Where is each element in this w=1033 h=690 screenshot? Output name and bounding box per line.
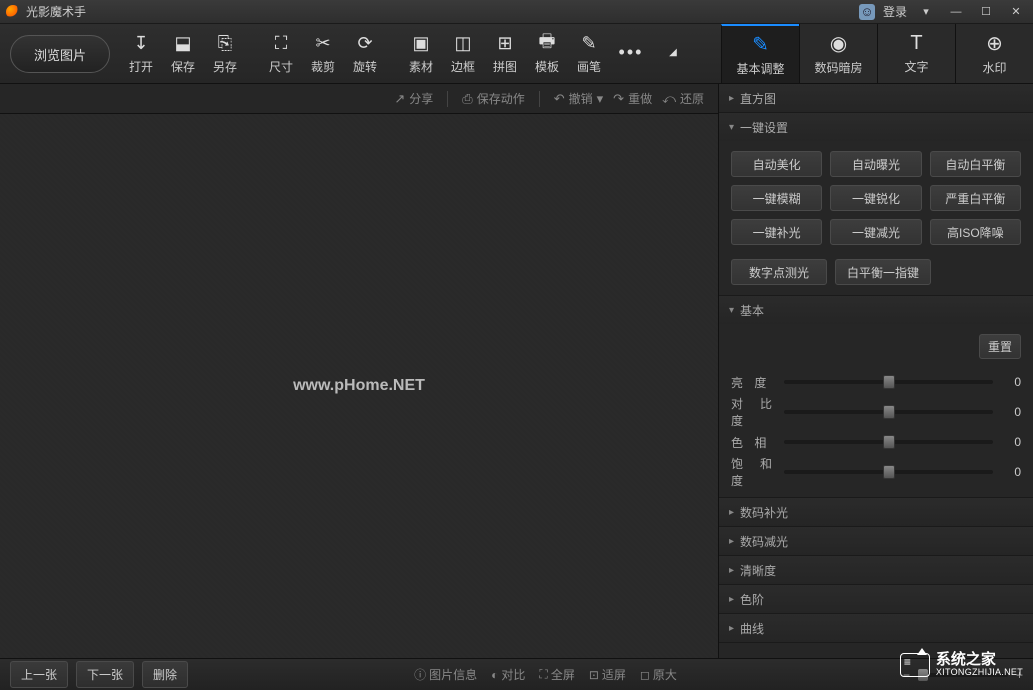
- tool-crop[interactable]: ✂裁剪: [302, 24, 344, 83]
- tool-rotate[interactable]: ⟳旋转: [344, 24, 386, 83]
- basic-adjust-icon: ✎: [752, 32, 769, 57]
- slider-value: 0: [1001, 375, 1021, 389]
- slider-label: 色 相: [731, 434, 776, 451]
- oneclick-button[interactable]: 一键减光: [830, 219, 921, 245]
- tool-save-as[interactable]: ⎘另存: [204, 24, 246, 83]
- zoom-in-icon[interactable]: +: [1016, 668, 1023, 682]
- slider-label: 对 比 度: [731, 395, 776, 429]
- panel-collapsed[interactable]: ▸数码补光: [719, 498, 1033, 526]
- border-icon: ◫: [454, 33, 471, 55]
- image-info-button[interactable]: ⓘ图片信息: [414, 666, 477, 683]
- save-icon: ⬓: [174, 33, 191, 55]
- watermark-icon: ⊕: [986, 31, 1003, 56]
- tab-darkroom[interactable]: ◉数码暗房: [799, 24, 877, 83]
- oneclick-button[interactable]: 一键锐化: [830, 185, 921, 211]
- login-icon[interactable]: [859, 4, 875, 20]
- template-icon: 🖶: [539, 33, 556, 55]
- tab-basic-adjust[interactable]: ✎基本调整: [721, 24, 799, 83]
- size-icon: ⛶: [275, 33, 288, 55]
- zoom-slider[interactable]: [918, 673, 1008, 677]
- darkroom-icon: ◉: [830, 31, 847, 56]
- undo-button[interactable]: ↶撤销 ▾: [554, 90, 603, 107]
- rotate-icon: ⟳: [357, 33, 372, 55]
- panel-collapsed[interactable]: ▸清晰度: [719, 556, 1033, 584]
- panel-collapsed[interactable]: ▸色阶: [719, 585, 1033, 613]
- app-title: 光影魔术手: [26, 3, 859, 20]
- maximize-button[interactable]: ☐: [975, 4, 997, 20]
- tool-brush[interactable]: ✎画笔: [568, 24, 610, 83]
- original-size-button[interactable]: ◻原大: [640, 666, 677, 683]
- panel-oneclick[interactable]: ▾一键设置: [719, 113, 1033, 141]
- tool-size[interactable]: ⛶尺寸: [260, 24, 302, 83]
- more-icon: •••: [619, 41, 644, 63]
- panel-collapsed[interactable]: ▸曲线: [719, 614, 1033, 642]
- tool-open[interactable]: ↧打开: [120, 24, 162, 83]
- side-panel: ▸直方图 ▾一键设置 自动美化自动曝光自动白平衡一键模糊一键锐化严重白平衡一键补…: [719, 84, 1033, 658]
- oneclick-button[interactable]: 高ISO降噪: [930, 219, 1021, 245]
- oneclick-button[interactable]: 白平衡一指键: [835, 259, 931, 285]
- panel-basic[interactable]: ▾基本: [719, 296, 1033, 324]
- oneclick-button[interactable]: 自动白平衡: [930, 151, 1021, 177]
- titlebar: 光影魔术手 登录 ▾ — ☐ ✕: [0, 0, 1033, 24]
- compare-button[interactable]: ◐对比: [491, 666, 525, 683]
- canvas[interactable]: www.pHome.NET: [0, 114, 718, 658]
- reset-button[interactable]: 重置: [979, 334, 1021, 359]
- app-logo-icon: [6, 5, 20, 19]
- fit-button[interactable]: ⊡适屏: [589, 666, 626, 683]
- tool-border[interactable]: ◫边框: [442, 24, 484, 83]
- tool-template[interactable]: 🖶模板: [526, 24, 568, 83]
- slider[interactable]: [784, 470, 993, 474]
- redo-button[interactable]: ↷重做: [613, 90, 652, 107]
- fullscreen-button[interactable]: ⛶全屏: [539, 666, 574, 683]
- panel-collapsed[interactable]: ▸数码减光: [719, 527, 1033, 555]
- oneclick-button[interactable]: 自动美化: [731, 151, 822, 177]
- tool-collage[interactable]: ⊞拼图: [484, 24, 526, 83]
- oneclick-button[interactable]: 一键模糊: [731, 185, 822, 211]
- action-bar: ↗分享 ⎙保存动作 ↶撤销 ▾ ↷重做 ⤺还原: [0, 84, 718, 114]
- minimize-button[interactable]: —: [945, 4, 967, 20]
- close-button[interactable]: ✕: [1005, 4, 1027, 20]
- save-action-button[interactable]: ⎙保存动作: [462, 90, 524, 107]
- collage-icon: ⊞: [497, 33, 512, 55]
- text-icon: T: [910, 32, 922, 55]
- slider-value: 0: [1001, 465, 1021, 479]
- slider-label: 饱 和 度: [731, 455, 776, 489]
- prev-button[interactable]: 上一张: [10, 661, 68, 688]
- crop-icon: ✂: [315, 33, 330, 55]
- share-button[interactable]: ↗分享: [394, 90, 433, 107]
- footer: 上一张 下一张 删除 ⓘ图片信息 ◐对比 ⛶全屏 ⊡适屏 ◻原大 − +: [0, 658, 1033, 690]
- canvas-watermark: www.pHome.NET: [293, 377, 425, 395]
- slider-value: 0: [1001, 405, 1021, 419]
- next-button[interactable]: 下一张: [76, 661, 134, 688]
- panel-histogram[interactable]: ▸直方图: [719, 84, 1033, 112]
- tool-material[interactable]: ▣素材: [400, 24, 442, 83]
- login-link[interactable]: 登录: [883, 3, 907, 20]
- tab-text[interactable]: T文字: [877, 24, 955, 83]
- oneclick-button[interactable]: 严重白平衡: [930, 185, 1021, 211]
- oneclick-button[interactable]: 一键补光: [731, 219, 822, 245]
- slider-value: 0: [1001, 435, 1021, 449]
- oneclick-button[interactable]: 自动曝光: [830, 151, 921, 177]
- slider[interactable]: [784, 380, 993, 384]
- brush-icon: ✎: [581, 33, 596, 55]
- pin-button[interactable]: ▾: [915, 4, 937, 20]
- tool-more[interactable]: •••: [610, 24, 652, 83]
- slider[interactable]: [784, 410, 993, 414]
- tool-save[interactable]: ⬓保存: [162, 24, 204, 83]
- main-toolbar: 浏览图片 ↧打开⬓保存⎘另存 ⛶尺寸✂裁剪⟳旋转 ▣素材◫边框⊞拼图🖶模板✎画笔 ••…: [0, 24, 1033, 84]
- zoom-out-icon[interactable]: −: [903, 668, 910, 682]
- tab-watermark[interactable]: ⊕水印: [955, 24, 1033, 83]
- restore-button[interactable]: ⤺还原: [662, 90, 704, 107]
- material-icon: ▣: [412, 33, 429, 55]
- oneclick-button[interactable]: 数字点测光: [731, 259, 827, 285]
- open-icon: ↧: [133, 33, 148, 55]
- slider-label: 亮 度: [731, 374, 776, 391]
- delete-button[interactable]: 删除: [142, 661, 188, 688]
- save-as-icon: ⎘: [218, 33, 232, 55]
- slider[interactable]: [784, 440, 993, 444]
- browse-button[interactable]: 浏览图片: [10, 35, 110, 73]
